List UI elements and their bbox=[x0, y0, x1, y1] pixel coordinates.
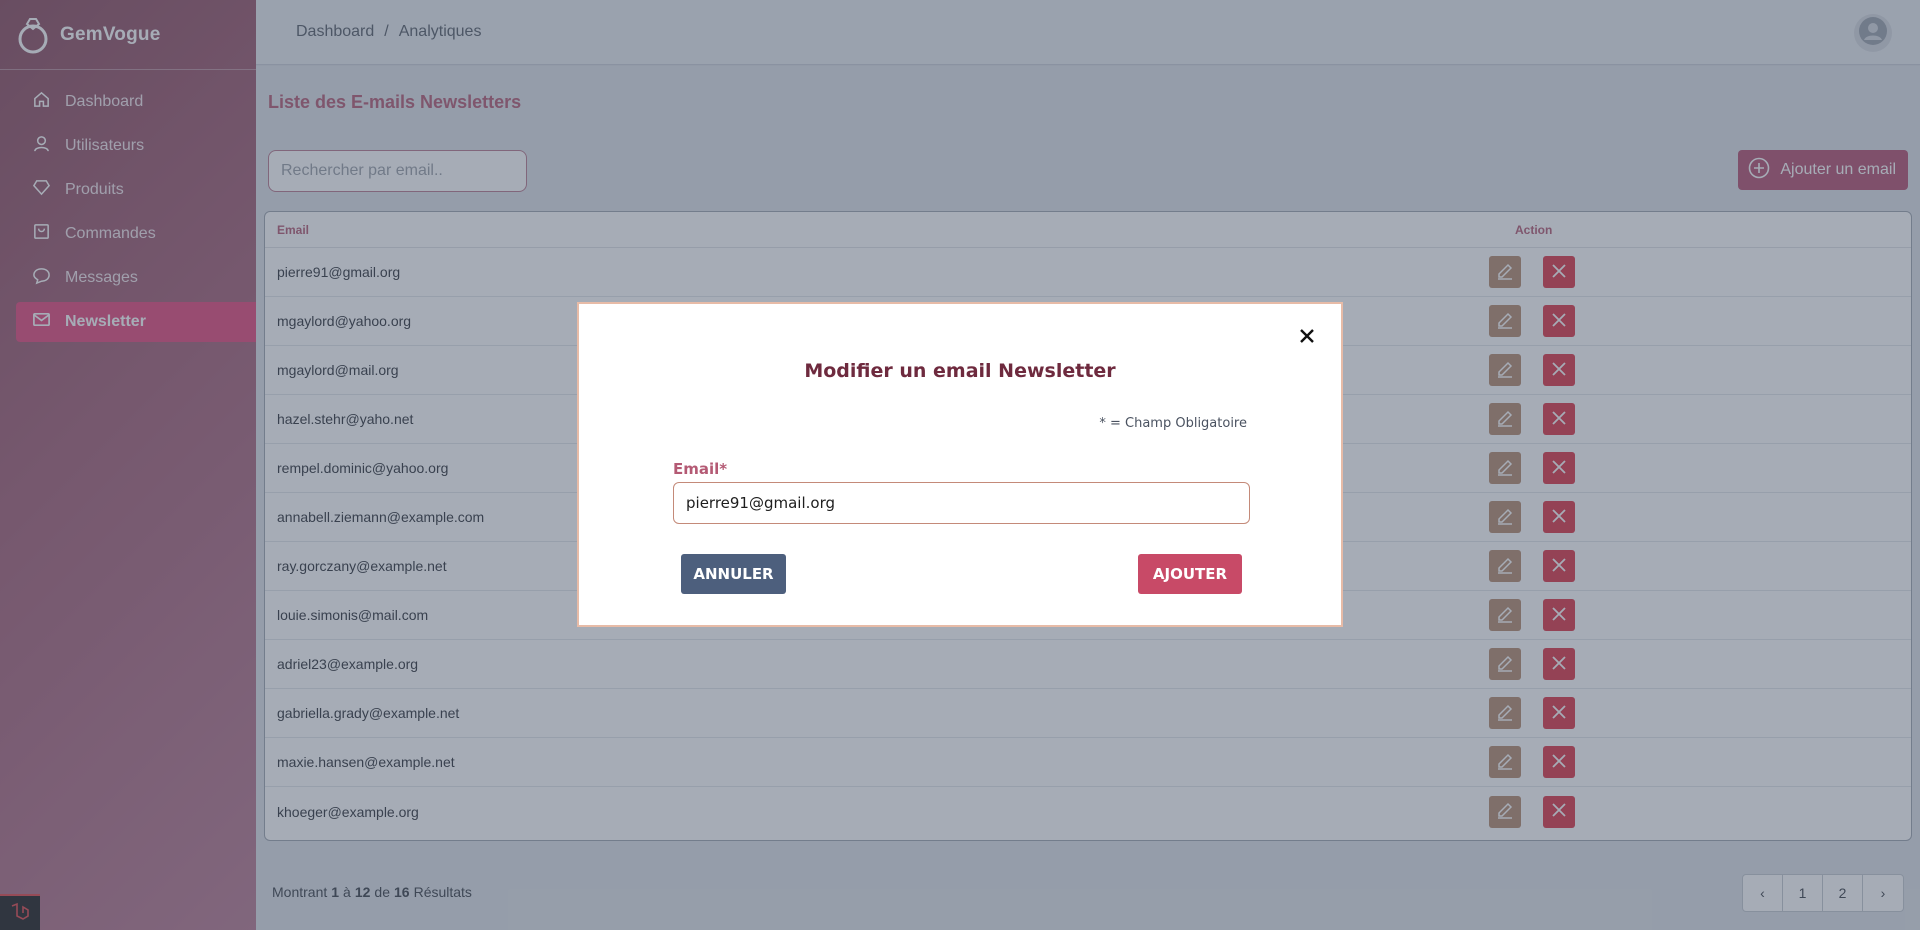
close-icon[interactable] bbox=[1297, 326, 1317, 346]
email-field[interactable] bbox=[673, 482, 1250, 524]
edit-email-modal: Modifier un email Newsletter * = Champ O… bbox=[577, 302, 1343, 627]
modal-title: Modifier un email Newsletter bbox=[804, 360, 1116, 382]
cancel-button[interactable]: ANNULER bbox=[681, 554, 786, 594]
required-note: * = Champ Obligatoire bbox=[1099, 416, 1247, 431]
submit-button[interactable]: AJOUTER bbox=[1138, 554, 1242, 594]
email-field-label: Email* bbox=[673, 460, 728, 478]
